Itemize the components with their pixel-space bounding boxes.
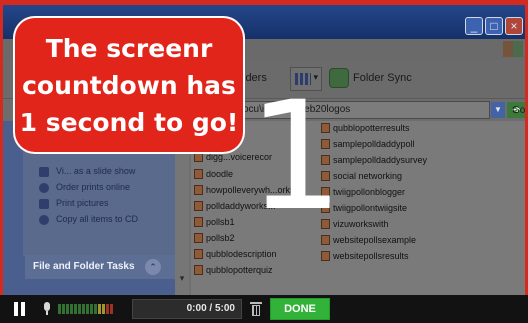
image-file-icon — [194, 249, 203, 259]
windows-logo-icon — [503, 41, 523, 57]
time-display: 0:00 / 5:00 — [132, 299, 242, 319]
task-view-slideshow[interactable]: Vi... as a slide show — [56, 166, 135, 176]
image-file-icon — [194, 265, 203, 275]
task-order-prints[interactable]: Order prints online — [56, 182, 130, 192]
image-file-icon — [194, 233, 203, 243]
image-file-icon — [194, 169, 203, 179]
trash-icon[interactable] — [250, 302, 262, 316]
list-item[interactable]: pollsb1 — [194, 217, 235, 227]
level-segment — [62, 304, 65, 314]
pause-button[interactable] — [14, 302, 26, 316]
level-segment — [94, 304, 97, 314]
time-text: 0:00 / 5:00 — [186, 303, 235, 314]
level-segment — [66, 304, 69, 314]
audio-level-meter — [58, 304, 118, 314]
microphone-icon[interactable] — [42, 302, 52, 316]
go-button-label[interactable]: Go — [512, 105, 525, 116]
maximize-button[interactable]: □ — [485, 17, 503, 35]
level-segment — [82, 304, 85, 314]
slideshow-icon — [39, 167, 49, 177]
level-segment — [78, 304, 81, 314]
level-segment — [110, 304, 113, 314]
image-file-icon — [194, 217, 203, 227]
pause-icon — [14, 302, 18, 316]
trash-can — [252, 305, 260, 316]
level-segment — [74, 304, 77, 314]
task-copy-to-cd[interactable]: Copy all items to CD — [56, 214, 138, 224]
recording-border-left — [0, 5, 3, 295]
trash-lid — [250, 302, 262, 304]
callout-line: The screenr — [45, 34, 213, 63]
file-folder-tasks-header[interactable]: File and Folder Tasks ⌃ — [25, 255, 179, 279]
folder-sync-button[interactable]: Folder Sync — [353, 72, 412, 84]
collapse-chevron-icon[interactable]: ⌃ — [145, 259, 161, 275]
recording-frame: _ □ × lders ▾ Folder Sync ocu\images\web… — [0, 0, 528, 323]
callout-line: countdown has — [22, 71, 236, 100]
level-segment — [86, 304, 89, 314]
list-item[interactable]: pollsb2 — [194, 233, 235, 243]
callout-line: 1 second to go! — [19, 108, 239, 137]
minimize-button[interactable]: _ — [465, 17, 483, 35]
countdown-number: 1 — [248, 70, 344, 244]
level-segment — [106, 304, 109, 314]
image-file-icon — [194, 185, 203, 195]
list-item[interactable]: websitepollsresults — [321, 251, 409, 261]
image-file-icon — [194, 201, 203, 211]
callout-text: The screenr countdown has 1 second to go… — [13, 30, 245, 141]
file-folder-tasks-title: File and Folder Tasks — [33, 261, 135, 272]
level-segment — [98, 304, 101, 314]
list-item[interactable]: doodle — [194, 169, 233, 179]
order-prints-icon — [39, 183, 49, 193]
microphone-stem — [46, 311, 48, 315]
microphone-head — [44, 302, 50, 311]
recording-border-top — [0, 0, 528, 5]
pause-icon-bar — [21, 302, 25, 316]
printer-icon — [39, 199, 49, 209]
close-button[interactable]: × — [505, 17, 523, 35]
level-segment — [58, 304, 61, 314]
done-button[interactable]: DONE — [270, 298, 330, 320]
level-segment — [70, 304, 73, 314]
task-print-pictures[interactable]: Print pictures — [56, 198, 109, 208]
list-item[interactable]: qubblodescription — [194, 249, 277, 259]
scroll-down-arrow-icon[interactable]: ▾ — [176, 273, 188, 285]
image-file-icon — [321, 251, 330, 261]
list-item[interactable]: qubblopotterquiz — [194, 265, 273, 275]
level-segment — [90, 304, 93, 314]
recorder-control-bar: 0:00 / 5:00 DONE — [0, 295, 528, 323]
level-segment — [102, 304, 105, 314]
countdown-callout: The screenr countdown has 1 second to go… — [13, 16, 245, 154]
cd-icon — [39, 215, 49, 225]
address-dropdown-button[interactable]: ▼ — [491, 102, 505, 118]
